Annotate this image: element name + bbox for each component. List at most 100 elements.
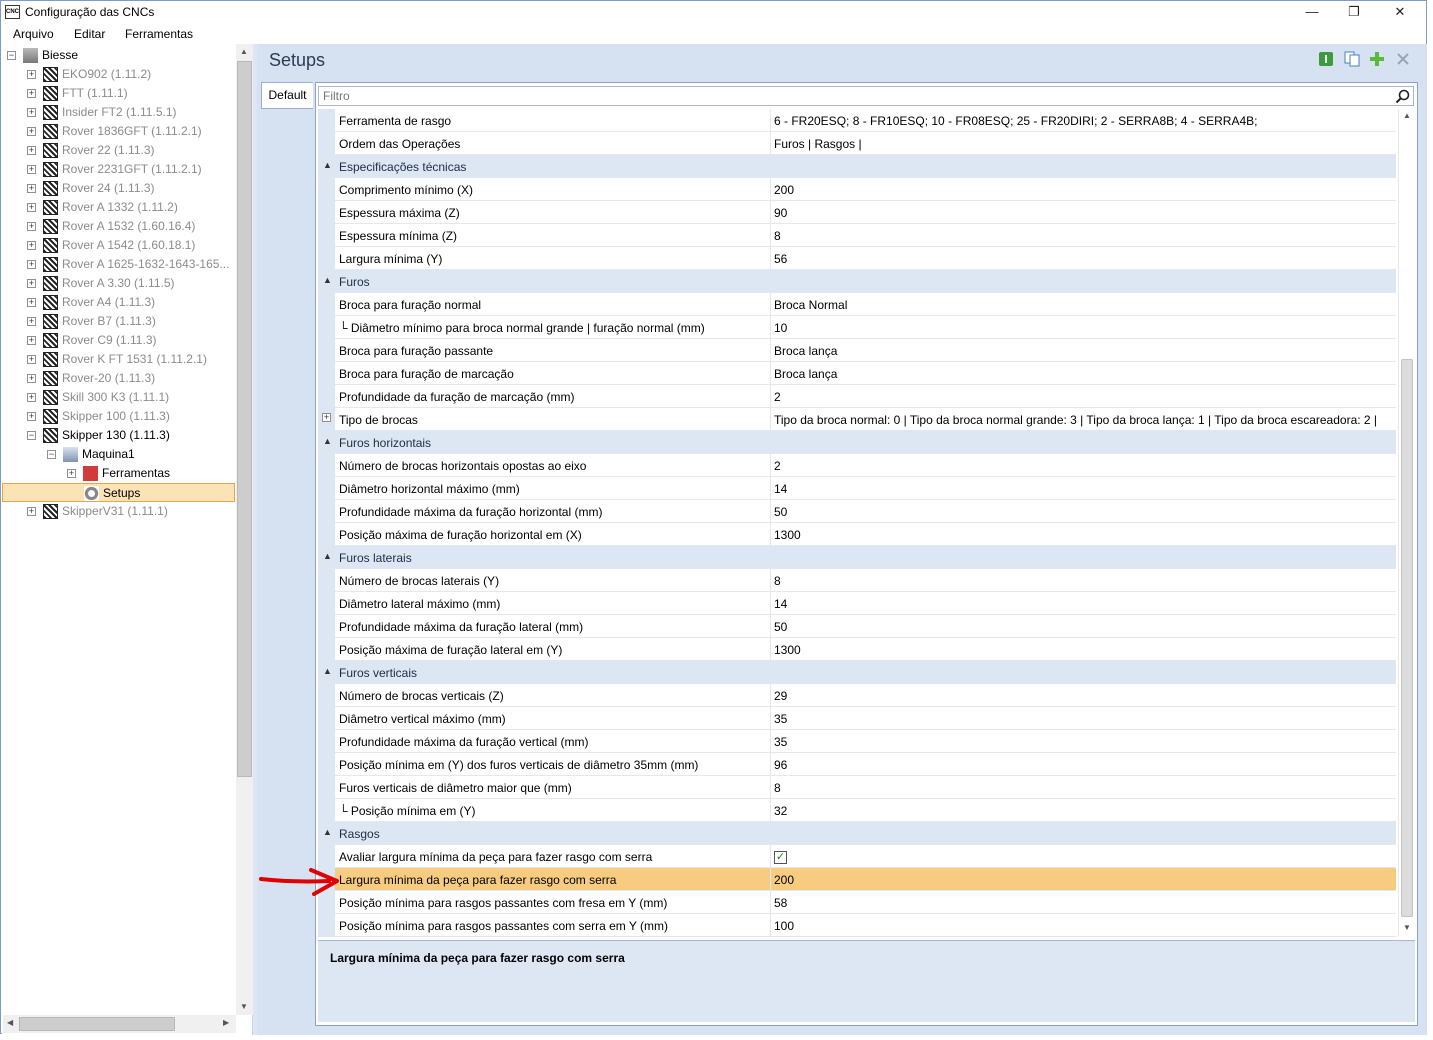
tree-item-maquina1[interactable]: − Maquina1 xyxy=(2,445,235,464)
tree-item-machine[interactable]: + Rover A 3.30 (1.11.5) xyxy=(2,274,235,293)
property-value[interactable]: 6 - FR20ESQ; 8 - FR10ESQ; 10 - FR08ESQ; … xyxy=(774,114,1258,128)
property-value[interactable]: 8 xyxy=(774,229,781,243)
property-value[interactable]: 58 xyxy=(774,896,787,910)
tree-item-machine[interactable]: + Rover A 1332 (1.11.2) xyxy=(2,198,235,217)
property-value[interactable]: Furos | Rasgos | xyxy=(774,137,862,151)
category-row[interactable]: ▲ Furos verticais xyxy=(318,661,1396,684)
property-row[interactable]: Profundidade máxima da furação vertical … xyxy=(318,730,1396,753)
expand-icon[interactable]: + xyxy=(27,279,36,288)
tree-item-machine[interactable]: + Rover-20 (1.11.3) xyxy=(2,369,235,388)
tree-item-machine[interactable]: + Rover A4 (1.11.3) xyxy=(2,293,235,312)
property-row[interactable]: Posição máxima de furação lateral em (Y)… xyxy=(318,638,1396,661)
property-row[interactable]: Posição mínima para rasgos passantes com… xyxy=(318,891,1396,914)
expand-icon[interactable]: + xyxy=(27,184,36,193)
property-row[interactable]: Número de brocas horizontais opostas ao … xyxy=(318,454,1396,477)
tree-item-machine[interactable]: + FTT (1.11.1) xyxy=(2,84,235,103)
property-value[interactable]: 32 xyxy=(774,804,787,818)
property-row[interactable]: Comprimento mínimo (X) 200 xyxy=(318,178,1396,201)
property-value[interactable]: 1300 xyxy=(774,643,801,657)
property-row[interactable]: Profundidade máxima da furação horizonta… xyxy=(318,500,1396,523)
property-value[interactable]: 50 xyxy=(774,505,787,519)
property-row[interactable]: Broca para furação de marcação Broca lanç… xyxy=(318,362,1396,385)
property-value[interactable]: 96 xyxy=(774,758,787,772)
property-value[interactable]: 35 xyxy=(774,735,787,749)
property-row[interactable]: Posição máxima de furação horizontal em … xyxy=(318,523,1396,546)
property-row[interactable]: Espessura mínima (Z) 8 xyxy=(318,224,1396,247)
category-row[interactable]: ▲ Especificações técnicas xyxy=(318,155,1396,178)
scroll-down-icon[interactable]: ▼ xyxy=(1403,923,1411,932)
grid-scroll-thumb[interactable] xyxy=(1401,359,1413,917)
grid-vertical-scrollbar[interactable]: ▲ ▼ xyxy=(1398,109,1415,937)
collapse-icon[interactable]: ▲ xyxy=(323,436,332,446)
tree-item-machine[interactable]: + Skipper 100 (1.11.3) xyxy=(2,407,235,426)
expand-icon[interactable]: + xyxy=(27,222,36,231)
checkbox-checked-icon[interactable]: ✓ xyxy=(774,851,787,864)
collapse-icon[interactable]: ▲ xyxy=(323,160,332,170)
tree-item-machine[interactable]: + Rover 24 (1.11.3) xyxy=(2,179,235,198)
property-row[interactable]: + Tipo de brocas Tipo da broca normal: 0 |… xyxy=(318,408,1396,431)
close-button[interactable]: ✕ xyxy=(1377,1,1423,23)
collapse-icon[interactable]: ▲ xyxy=(323,827,332,837)
property-row[interactable]: Diâmetro lateral máximo (mm) 14 xyxy=(318,592,1396,615)
property-value[interactable]: 200 xyxy=(774,873,794,887)
property-row[interactable]: Largura mínima (Y) 56 xyxy=(318,247,1396,270)
filter-input[interactable] xyxy=(319,87,1379,105)
property-value[interactable]: 14 xyxy=(774,597,787,611)
expand-icon[interactable]: + xyxy=(67,469,76,478)
menu-editar[interactable]: Editar xyxy=(74,27,105,41)
property-row[interactable]: Largura mínima da peça para fazer rasgo … xyxy=(318,868,1396,891)
collapse-icon[interactable]: ▲ xyxy=(323,275,332,285)
tree-item-machine[interactable]: + Rover A 1542 (1.60.18.1) xyxy=(2,236,235,255)
scroll-left-icon[interactable]: ◀ xyxy=(7,1018,13,1027)
property-row[interactable]: Broca para furação passante Broca lança xyxy=(318,339,1396,362)
property-row[interactable]: Número de brocas verticais (Z) 29 xyxy=(318,684,1396,707)
expand-icon[interactable]: + xyxy=(27,412,36,421)
menu-arquivo[interactable]: Arquivo xyxy=(13,27,54,41)
add-icon[interactable] xyxy=(1369,51,1385,67)
tree-item-machine[interactable]: + Rover 22 (1.11.3) xyxy=(2,141,235,160)
tree-hscroll-thumb[interactable] xyxy=(19,1017,175,1031)
property-value[interactable]: Broca lança xyxy=(774,367,837,381)
property-row[interactable]: Posição mínima para rasgos passantes com… xyxy=(318,914,1396,937)
property-value[interactable]: Tipo da broca normal: 0 | Tipo da broca … xyxy=(774,413,1377,427)
collapse-icon[interactable]: ▲ xyxy=(323,551,332,561)
tree-item-machine[interactable]: + Rover C9 (1.11.3) xyxy=(2,331,235,350)
category-row[interactable]: ▲ Furos xyxy=(318,270,1396,293)
scroll-up-icon[interactable]: ▲ xyxy=(1403,111,1411,120)
tree-vertical-scrollbar[interactable]: ▲ ▼ xyxy=(236,44,253,1015)
expand-icon[interactable]: + xyxy=(27,507,36,516)
minimize-button[interactable]: — xyxy=(1289,1,1335,23)
collapse-icon[interactable]: − xyxy=(7,51,16,60)
property-value[interactable]: 50 xyxy=(774,620,787,634)
expand-icon[interactable]: + xyxy=(27,165,36,174)
scroll-up-icon[interactable]: ▲ xyxy=(240,47,248,56)
expand-icon[interactable]: + xyxy=(27,298,36,307)
property-row[interactable]: Posição mínima em (Y) dos furos verticai… xyxy=(318,753,1396,776)
collapse-icon[interactable]: ▲ xyxy=(323,666,332,676)
expand-icon[interactable]: + xyxy=(27,146,36,155)
tree-item-machine[interactable]: + Insider FT2 (1.11.5.1) xyxy=(2,103,235,122)
property-row[interactable]: Número de brocas laterais (Y) 8 xyxy=(318,569,1396,592)
collapse-icon[interactable]: − xyxy=(27,431,36,440)
property-row[interactable]: Ferramenta de rasgo 6 - FR20ESQ; 8 - FR10… xyxy=(318,109,1396,132)
expand-icon[interactable]: + xyxy=(27,70,36,79)
tree-item-machine[interactable]: + Rover 2231GFT (1.11.2.1) xyxy=(2,160,235,179)
expand-icon[interactable]: + xyxy=(27,355,36,364)
copy-icon[interactable] xyxy=(1344,51,1360,67)
property-row[interactable]: └ Posição mínima em (Y) 32 xyxy=(318,799,1396,822)
property-row[interactable]: Furos verticais de diâmetro maior que (m… xyxy=(318,776,1396,799)
property-value[interactable]: 200 xyxy=(774,183,794,197)
expand-icon[interactable]: + xyxy=(27,393,36,402)
tree-item-setups[interactable]: Setups xyxy=(2,483,235,502)
tree-item-ferramentas[interactable]: + Ferramentas xyxy=(2,464,235,483)
tab-default[interactable]: Default xyxy=(261,82,313,109)
restore-button[interactable]: ❐ xyxy=(1331,1,1377,23)
expand-icon[interactable]: + xyxy=(27,89,36,98)
info-icon[interactable] xyxy=(1318,51,1334,67)
scroll-down-icon[interactable]: ▼ xyxy=(240,1002,248,1011)
tree-item-machine[interactable]: + Rover K FT 1531 (1.11.2.1) xyxy=(2,350,235,369)
category-row[interactable]: ▲ Furos laterais xyxy=(318,546,1396,569)
property-row[interactable]: Espessura máxima (Z) 90 xyxy=(318,201,1396,224)
property-row[interactable]: Ordem das Operações Furos | Rasgos | xyxy=(318,132,1396,155)
tree-item-machine[interactable]: + Rover 1836GFT (1.11.2.1) xyxy=(2,122,235,141)
